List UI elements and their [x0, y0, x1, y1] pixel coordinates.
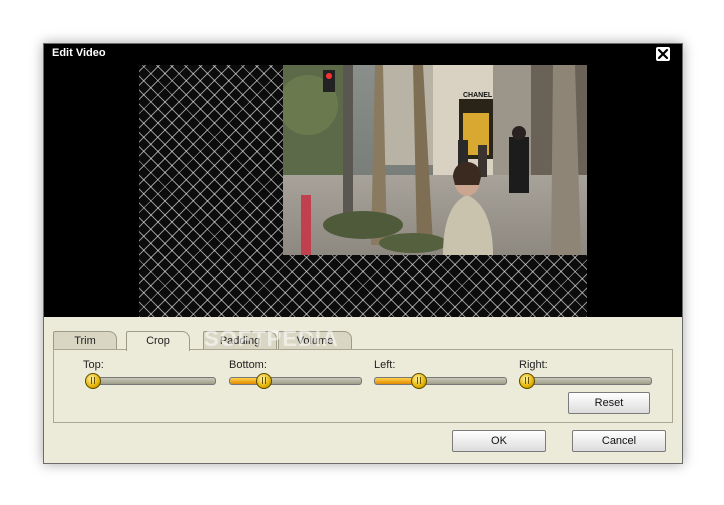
right-slider-thumb[interactable] — [519, 373, 535, 389]
right-label: Right: — [519, 359, 548, 371]
video-frame: CHANEL — [283, 65, 587, 255]
reset-button[interactable]: Reset — [568, 392, 650, 414]
bottom-label: Bottom: — [229, 359, 267, 371]
right-slider[interactable] — [519, 373, 652, 389]
tab-crop[interactable]: Crop — [126, 331, 190, 351]
crop-tab-content: Top: Bottom: Left: Right: Reset — [53, 349, 673, 423]
left-slider-thumb[interactable] — [411, 373, 428, 389]
left-slider[interactable] — [374, 373, 507, 389]
left-label: Left: — [374, 359, 396, 371]
video-preview: CHANEL — [44, 65, 682, 317]
tab-trim[interactable]: Trim — [53, 331, 117, 350]
title-bar[interactable]: Edit Video — [44, 44, 682, 65]
top-label: Top: — [83, 359, 104, 371]
top-slider-thumb[interactable] — [85, 373, 101, 389]
bottom-slider-thumb[interactable] — [255, 373, 272, 389]
bottom-slider[interactable] — [229, 373, 362, 389]
close-icon[interactable] — [656, 47, 670, 61]
top-slider[interactable] — [85, 373, 216, 389]
edit-panel: Trim Crop Padding Volume SOFTPEDIA Top: … — [44, 317, 682, 463]
store-sign: CHANEL — [463, 92, 493, 99]
watermark-logo: SOFTPEDIA — [204, 326, 339, 351]
edit-video-dialog: Edit Video CHANEL Trim Crop Padding Volu… — [43, 43, 683, 464]
window-title: Edit Video — [52, 47, 106, 59]
ok-button[interactable]: OK — [452, 430, 546, 452]
cancel-button[interactable]: Cancel — [572, 430, 666, 452]
